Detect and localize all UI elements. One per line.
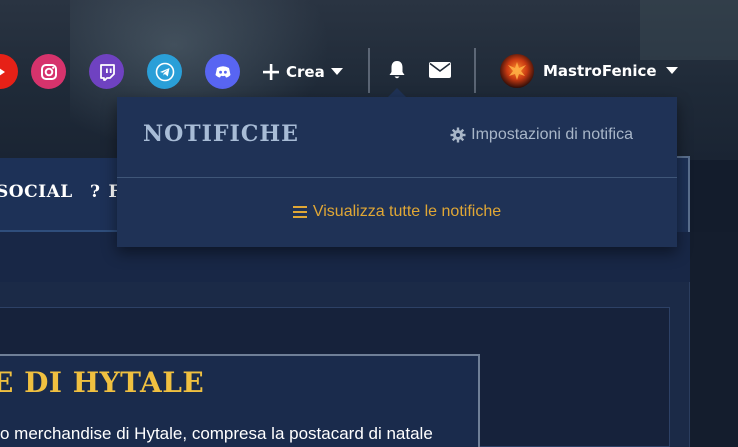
- plus-icon: [263, 64, 279, 80]
- nav-item-social[interactable]: SOCIAL: [0, 182, 73, 202]
- messages-button[interactable]: [428, 58, 452, 82]
- bell-icon: [389, 61, 405, 79]
- telegram-link[interactable]: [147, 54, 182, 89]
- caret-down-icon: [330, 68, 343, 75]
- view-all-label: Visualizza tutte le notifiche: [312, 203, 502, 220]
- discord-icon: [215, 65, 230, 77]
- notifications-button[interactable]: [385, 58, 409, 82]
- header-divider: [474, 48, 476, 93]
- twitch-icon: [99, 63, 115, 81]
- username: MastroFenice: [543, 62, 657, 80]
- notifications-title: NOTIFICHE: [143, 121, 299, 147]
- notification-settings-link[interactable]: Impostazioni di notifica: [450, 126, 633, 144]
- instagram-icon: [40, 63, 57, 80]
- telegram-icon: [155, 62, 174, 81]
- phoenix-icon: [508, 62, 526, 80]
- youtube-icon: [0, 68, 5, 75]
- create-label: Crea: [286, 63, 325, 81]
- notifications-dropdown: NOTIFICHE Impostazioni di notifica Visua…: [117, 97, 677, 247]
- question-icon: ?: [90, 182, 101, 202]
- list-icon: [292, 206, 307, 218]
- notifications-header: NOTIFICHE Impostazioni di notifica: [117, 97, 677, 178]
- header-divider: [368, 48, 370, 93]
- envelope-icon: [429, 62, 451, 78]
- twitch-link[interactable]: [89, 54, 124, 89]
- gear-icon: [450, 127, 466, 143]
- view-all-notifications-link[interactable]: Visualizza tutte le notifiche: [117, 203, 677, 221]
- instagram-link[interactable]: [31, 54, 66, 89]
- notification-settings-label: Impostazioni di notifica: [471, 126, 633, 143]
- avatar: [500, 54, 534, 88]
- discord-link[interactable]: [205, 54, 240, 89]
- user-menu[interactable]: MastroFenice: [500, 54, 678, 88]
- article-excerpt: o merchandise di Hytale, compresa la pos…: [0, 424, 433, 443]
- article-title[interactable]: E DI HYTALE: [0, 366, 204, 399]
- create-menu-button[interactable]: Crea: [262, 60, 343, 84]
- nav-frame-corner: [676, 156, 690, 234]
- caret-down-icon: [665, 67, 678, 74]
